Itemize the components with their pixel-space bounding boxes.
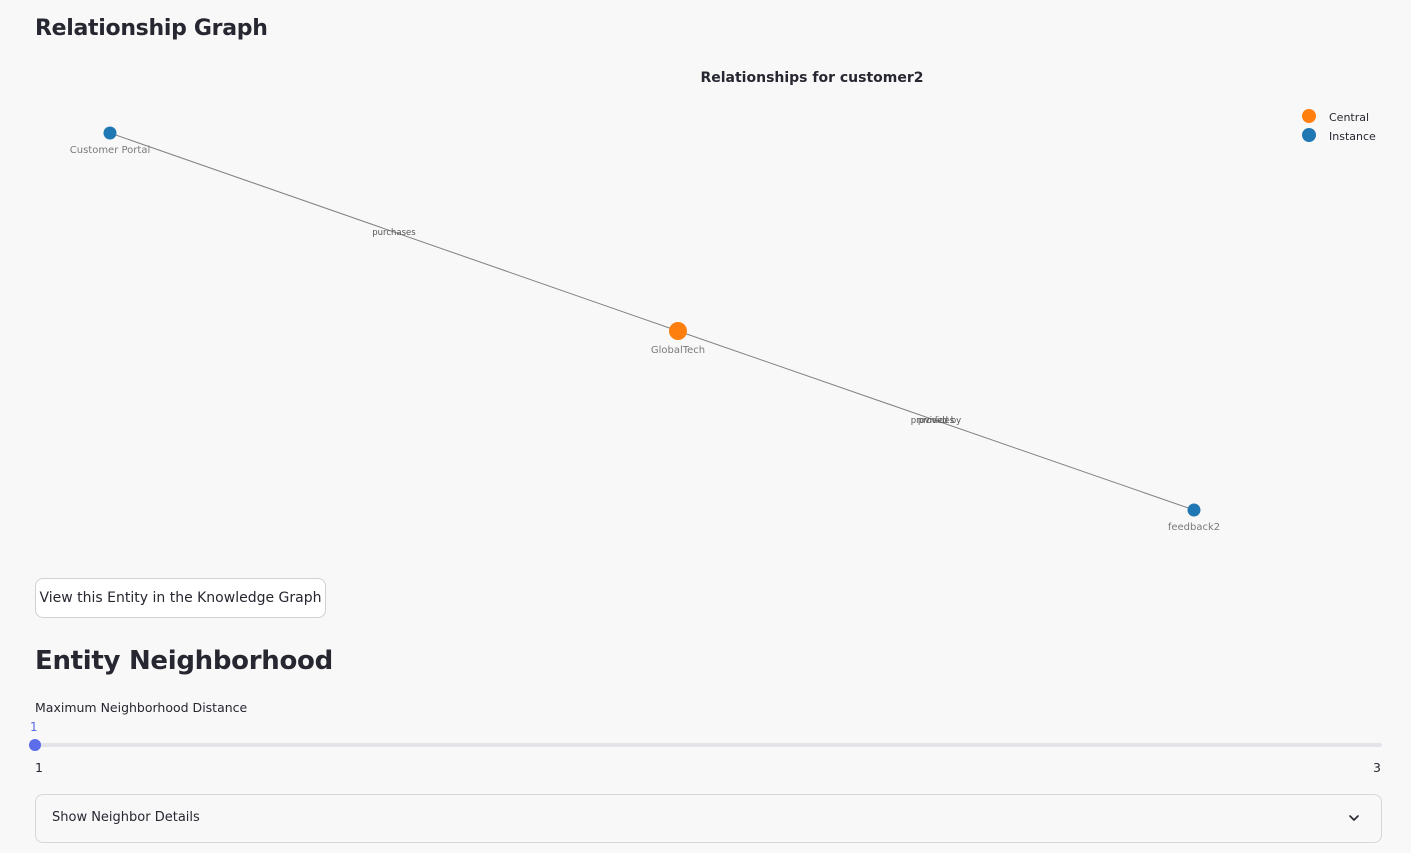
graph-title: Relationships for customer2	[700, 70, 923, 86]
node-label-globaltech: GlobalTech	[651, 345, 705, 356]
node-label-customer-portal: Customer Portal	[70, 145, 150, 156]
node-label-feedback2: feedback2	[1168, 522, 1220, 533]
legend-label-instance: Instance	[1329, 130, 1376, 143]
neighborhood-distance-label: Maximum Neighborhood Distance	[35, 700, 248, 715]
legend-marker-instance	[1302, 128, 1316, 142]
legend-marker-central	[1302, 109, 1316, 123]
view-in-knowledge-graph-button[interactable]: View this Entity in the Knowledge Graph	[35, 578, 326, 618]
entity-neighborhood-title: Entity Neighborhood	[35, 646, 333, 676]
expander-label: Show Neighbor Details	[52, 810, 200, 825]
neighborhood-distance-slider-track[interactable]	[35, 743, 1382, 747]
slider-max-label: 3	[1373, 760, 1381, 775]
node-feedback2[interactable]	[1187, 503, 1201, 517]
page: Relationship Graph Relationships for cus…	[0, 0, 1411, 853]
edge-label-provided-by: provided by	[911, 416, 961, 426]
graph-edges	[109, 132, 1195, 511]
show-neighbor-details-expander[interactable]: Show Neighbor Details	[35, 794, 1382, 843]
slider-min-label: 1	[35, 760, 43, 775]
graph-legend: Central Instance	[1302, 109, 1376, 143]
legend-label-central: Central	[1329, 111, 1369, 124]
neighborhood-distance-slider-thumb[interactable]	[29, 739, 41, 751]
relationship-graph: Relationships for customer2 Central Inst…	[70, 70, 1376, 533]
node-customer-portal[interactable]	[103, 126, 117, 140]
node-globaltech[interactable]	[669, 322, 687, 340]
graph-node-labels: Customer Portal GlobalTech feedback2	[70, 145, 1220, 533]
neighborhood-distance-value: 1	[30, 720, 38, 734]
edge-label-purchases: purchases	[372, 228, 416, 238]
chevron-down-icon	[1349, 815, 1359, 821]
relationship-graph-title: Relationship Graph	[35, 16, 268, 41]
